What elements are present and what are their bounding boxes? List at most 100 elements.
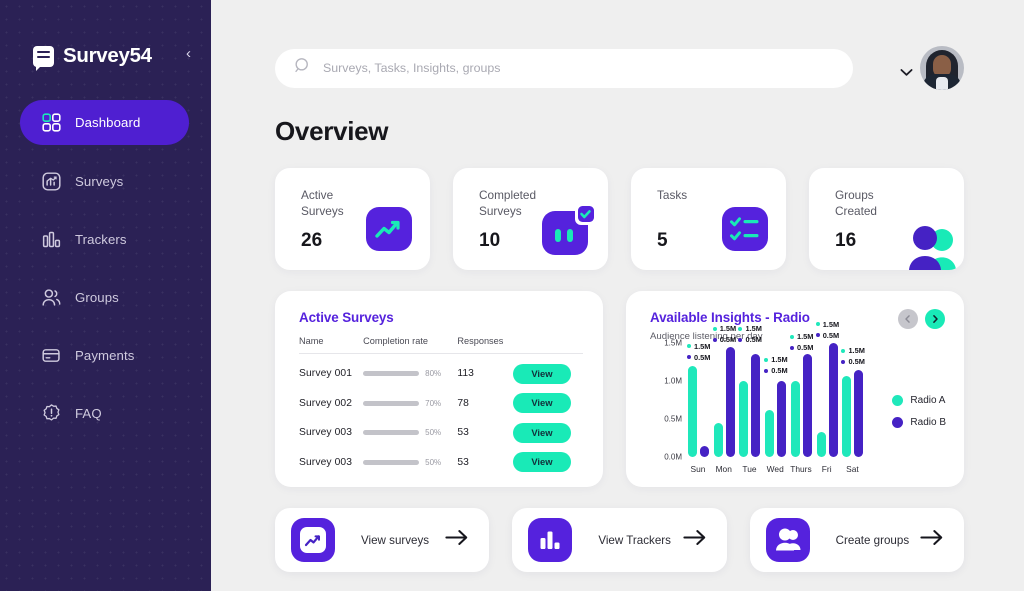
avatar[interactable] [920,46,964,90]
chevron-down-icon[interactable] [900,64,913,76]
survey-chart-icon [41,171,62,192]
cell-action: View [512,443,583,472]
bar-radio-b [751,354,761,457]
progress-bar [363,400,420,406]
stat-value: 5 [657,230,668,251]
y-tick-label: 0.0M [664,452,682,462]
action-card-view-surveys[interactable]: View surveys [275,508,490,572]
bar-radio-b [854,369,864,457]
progress-label: 50% [425,428,442,437]
trending-up-icon [291,518,335,562]
grid-icon [41,112,62,133]
arrow-right-icon[interactable] [445,529,469,551]
group-people-icon [902,223,964,270]
legend-swatch [892,395,904,406]
action-card-create-groups[interactable]: Create groups [749,508,964,572]
sidebar-item-label: Groups [75,290,119,305]
arrow-right-icon[interactable] [920,529,944,551]
active-surveys-table: Name Completion rate Responses Survey 00… [299,336,583,472]
data-label: 0.5M [738,335,762,344]
stat-label: Tasks [657,188,688,202]
stat-card-active-surveys[interactable]: Active Surveys 26 [275,168,430,270]
view-button[interactable]: View [512,452,571,472]
stat-card-groups-created[interactable]: Groups Created 16 [809,168,964,270]
sidebar-item-groups[interactable]: Groups [20,275,189,320]
data-label: 0.5M [841,357,865,366]
x-tick-label: Wed [766,464,784,474]
table-row: Survey 003 50% 53 View [299,413,583,443]
cell-action: View [512,384,583,413]
column-header-responses: Responses [457,336,513,354]
sidebar-item-payments[interactable]: Payments [20,333,189,378]
checklist-icon [722,207,768,256]
x-tick-label: Sun [690,464,706,474]
chevron-left-icon[interactable]: ‹ [186,46,191,61]
bar-radio-a [790,380,800,457]
stat-label: Groups Created [835,188,877,218]
table-header-row: Name Completion rate Responses [299,336,583,354]
arrow-right-icon[interactable] [683,529,707,551]
y-tick-label: 1.5M [664,338,682,348]
stat-value: 16 [835,230,857,251]
data-label: 1.5M [687,342,710,351]
view-button[interactable]: View [512,363,571,384]
sidebar-item-faq[interactable]: FAQ [20,391,189,436]
data-label: 1.5M [764,355,788,364]
action-label: View Trackers [598,533,671,547]
search-icon [293,56,312,80]
legend-label: Radio A [910,395,946,406]
bar-radio-a [765,409,775,457]
cell-completion-rate: 80% [363,354,457,384]
cell-responses: 53 [457,427,469,438]
stat-card-tasks[interactable]: Tasks 5 [631,168,786,270]
chevron-left-circle-icon[interactable] [898,309,918,329]
chevron-right-circle-icon[interactable] [925,309,945,329]
bar-radio-a [688,365,697,457]
sidebar-item-dashboard[interactable]: Dashboard [20,100,189,145]
legend-label: Radio B [910,417,946,428]
people-icon [41,287,62,308]
legend-item-radio-a: Radio A [892,395,946,406]
trending-up-icon [366,207,412,256]
data-label: 1.5M [712,324,736,333]
search-input[interactable] [323,61,835,75]
view-button[interactable]: View [512,422,571,443]
x-tick-label: Tue [742,464,757,474]
sidebar-nav: Dashboard Surveys Trackers Groups Paymen… [0,100,211,436]
search-bar[interactable] [275,48,853,88]
bar-radio-a [816,431,826,457]
cell-name: Survey 001 [299,368,353,379]
data-label: 0.5M [687,353,710,362]
action-card-view-trackers[interactable]: View Trackers [512,508,727,572]
sidebar-item-label: Payments [75,348,135,363]
stat-card-completed-surveys[interactable]: Completed Surveys 10 [453,168,608,270]
data-label: 1.5M [738,324,762,333]
cell-completion-rate: 50% [363,443,457,473]
panel-title: Active Surveys [299,310,394,325]
panels: Active Surveys Name Completion rate Resp… [275,291,964,487]
cell-action: View [512,413,583,443]
y-tick-label: 0.5M [664,414,682,424]
bar-radio-b [828,343,838,457]
action-label: Create groups [835,533,910,547]
sidebar-item-trackers[interactable]: Trackers [20,217,189,262]
data-label: 1.5M [815,320,839,329]
cell-name: Survey 003 [299,456,353,468]
sidebar-item-label: Trackers [75,232,127,247]
chart-plot: 0.0M 0.5M 1.0M 1.5M 1.5M 0.5M Sun 1.5M 0… [664,320,868,474]
table-row: Survey 003 50% 53 View [299,443,583,473]
bar-radio-b [777,380,787,457]
bar-radio-a [739,380,749,457]
progress-bar [363,459,420,465]
sidebar-item-surveys[interactable]: Surveys [20,159,189,204]
view-button[interactable]: View [512,393,571,413]
legend-swatch [892,417,904,428]
cell-name: Survey 003 [299,427,353,438]
table-row: Survey 001 80% 113 View [299,354,583,384]
bar-radio-a [713,422,723,457]
bar-radio-b [802,354,812,457]
user-menu[interactable] [900,46,964,90]
bar-radio-b [725,346,735,457]
sidebar: Survey54 ‹ Dashboard Surveys Trackers Gr… [0,0,211,591]
cell-responses: 53 [457,456,469,468]
